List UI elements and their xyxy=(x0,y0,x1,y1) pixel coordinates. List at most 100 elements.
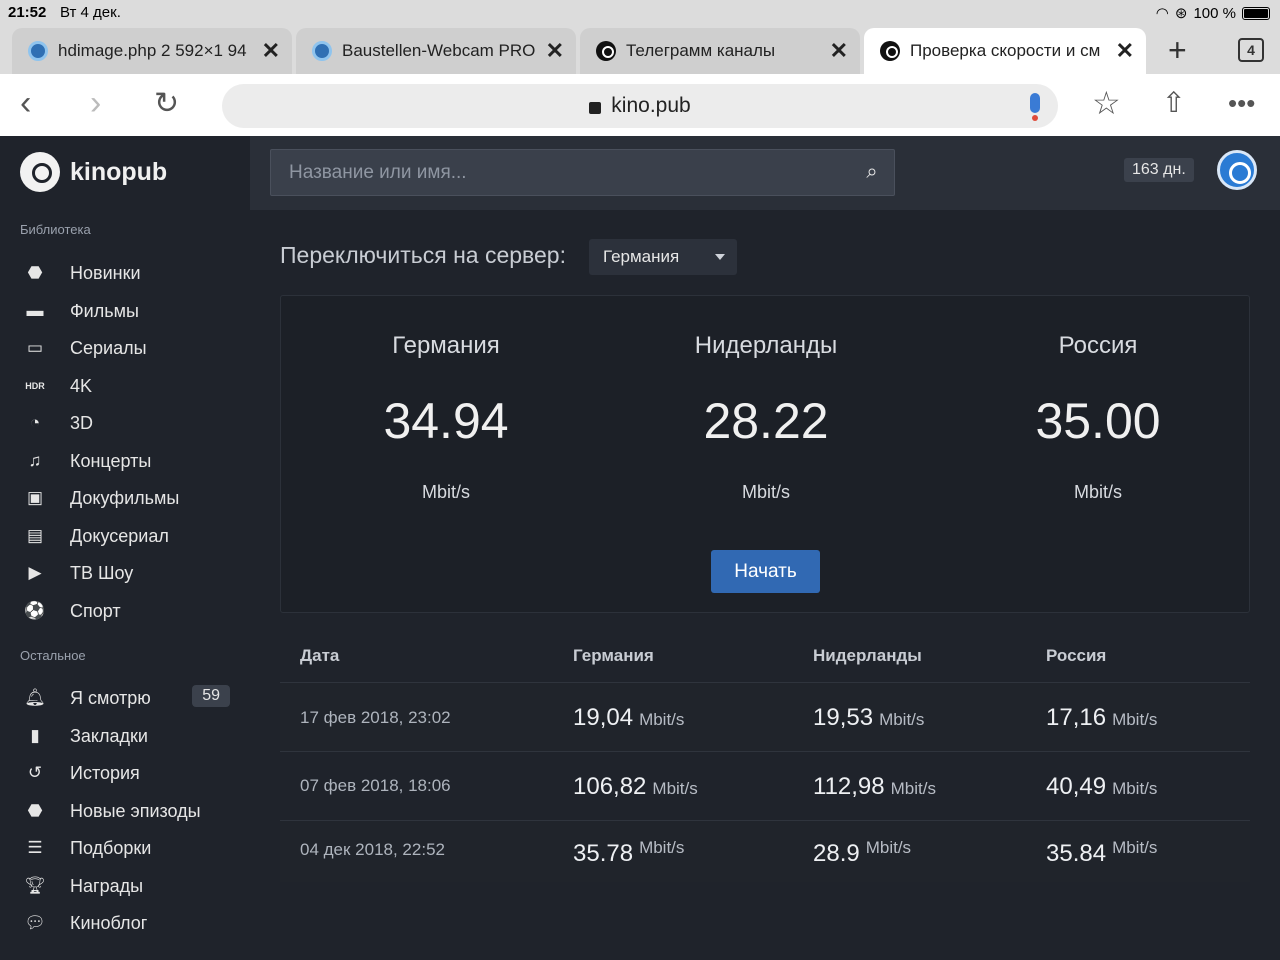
speed-value: 35.78 xyxy=(573,840,634,867)
close-icon[interactable]: ✕ xyxy=(546,38,564,64)
sidebar-item-movies[interactable]: ▬ Фильмы xyxy=(20,293,240,329)
tab-title: hdimage.php 2 592×1 94 xyxy=(58,41,247,60)
music-icon: ♫ xyxy=(28,451,42,470)
column-header-netherlands: Нидерланды xyxy=(813,646,922,665)
speed-value: 17,16 xyxy=(1046,704,1107,731)
avatar[interactable] xyxy=(1217,150,1257,190)
archive-icon: ▣ xyxy=(26,488,44,507)
forward-icon[interactable]: › xyxy=(90,84,101,123)
speed-value: 106,82 xyxy=(573,773,647,800)
table-cell-speed: 17,16 Mbit/s xyxy=(1046,704,1157,732)
speed-value: 40,49 xyxy=(1046,773,1107,800)
tab-title: Телеграмм каналы xyxy=(626,41,776,60)
sidebar-item-label: ТВ Шоу xyxy=(70,562,134,583)
battery-percent: 100 % xyxy=(1193,4,1236,22)
browser-tab-active[interactable]: Проверка скорости и см ✕ xyxy=(864,28,1146,74)
speed-unit: Mbit/s xyxy=(1112,838,1158,857)
server-select-value: Германия xyxy=(603,247,680,266)
browser-tab[interactable]: Телеграмм каналы ✕ xyxy=(580,28,860,74)
browser-tab[interactable]: hdimage.php 2 592×1 94 ✕ xyxy=(12,28,292,74)
sidebar-item-watching[interactable]: 🔔︎ Я смотрю 59 xyxy=(20,680,240,716)
sidebar-item-label: Фильмы xyxy=(70,300,139,321)
table-cell-speed: 106,82 Mbit/s xyxy=(573,773,698,801)
tab-title: Baustellen-Webcam PRO xyxy=(342,41,536,60)
sidebar-item-sport[interactable]: ⚽ Спорт xyxy=(20,593,240,629)
sidebar-item-bookmarks[interactable]: ▮ Закладки xyxy=(20,718,240,754)
sidebar-item-tvshow[interactable]: ▶ ТВ Шоу xyxy=(20,555,240,591)
alert-icon: ⬣ xyxy=(27,801,43,820)
browser-tab[interactable]: Baustellen-Webcam PRO ✕ xyxy=(296,28,576,74)
close-icon[interactable]: ✕ xyxy=(1116,38,1134,64)
column-header-russia: Россия xyxy=(1046,646,1107,665)
new-tab-icon[interactable]: + xyxy=(1168,32,1187,69)
sidebar-item-3d[interactable]: ◔ 3D xyxy=(20,405,240,441)
table-cell-date: 17 фев 2018, 23:02 xyxy=(300,708,451,727)
start-button[interactable]: Начать xyxy=(711,550,820,593)
microphone-icon[interactable] xyxy=(1030,93,1040,121)
sidebar-item-awards[interactable]: 🏆︎ Награды xyxy=(20,868,240,904)
column-header-germany: Германия xyxy=(573,646,654,665)
table-cell-speed: 40,49 Mbit/s xyxy=(1046,773,1157,801)
subscription-days-badge[interactable]: 163 дн. xyxy=(1124,158,1194,182)
table-cell-date: 04 дек 2018, 22:52 xyxy=(300,840,445,859)
speed-unit: Mbit/s xyxy=(1112,710,1158,729)
table-cell-speed: 35.84 Mbit/s xyxy=(1046,838,1158,868)
speed-result-unit: Mbit/s xyxy=(421,482,470,502)
tab-count[interactable]: 4 xyxy=(1238,38,1264,62)
speed-unit: Mbit/s xyxy=(890,779,936,798)
sidebar-item-concerts[interactable]: ♫ Концерты xyxy=(20,443,240,479)
bookmark-icon: ▮ xyxy=(30,726,40,745)
camera-icon xyxy=(28,41,48,61)
logo[interactable]: kinopub xyxy=(20,152,167,192)
sidebar-item-label: Киноблог xyxy=(70,912,148,933)
tab-bar: hdimage.php 2 592×1 94 ✕ Baustellen-Webc… xyxy=(0,26,1280,74)
logo-text: kinopub xyxy=(70,157,168,186)
kinopub-icon xyxy=(596,41,616,61)
section-heading-library: Библиотека xyxy=(20,222,91,237)
share-icon[interactable]: ⇧ xyxy=(1162,86,1185,119)
sidebar-item-docseries[interactable]: ▤ Докусериал xyxy=(20,518,240,554)
sidebar-item-new[interactable]: ⬣ Новинки xyxy=(20,255,240,291)
star-icon[interactable]: ☆ xyxy=(1092,84,1121,122)
back-icon[interactable]: ‹ xyxy=(20,84,31,123)
tv-show-icon: ▶ xyxy=(28,563,42,582)
speed-unit: Mbit/s xyxy=(652,779,698,798)
reload-icon[interactable]: ↻ xyxy=(154,86,179,121)
speed-result-value: 28.22 xyxy=(703,393,829,449)
tv-icon: ▭ xyxy=(26,338,44,357)
close-icon[interactable]: ✕ xyxy=(830,38,848,64)
sidebar-item-label: 4K xyxy=(70,375,93,396)
tab-title: Проверка скорости и см xyxy=(910,41,1101,60)
alert-icon: ⬣ xyxy=(27,263,43,282)
3d-icon: ◔ xyxy=(29,413,41,432)
speed-result-value: 35.00 xyxy=(1035,393,1161,449)
sidebar-item-new-episodes[interactable]: ⬣ Новые эпизоды xyxy=(20,793,240,829)
sidebar-item-4k[interactable]: HDR 4K xyxy=(20,368,240,404)
speed-result-country: Нидерланды xyxy=(694,332,838,359)
search-icon[interactable]: ⌕ xyxy=(850,161,894,184)
chevron-down-icon xyxy=(715,254,725,260)
battery-icon xyxy=(1242,6,1270,20)
sidebar-item-collections[interactable]: ☰ Подборки xyxy=(20,830,240,866)
server-switch-label: Переключиться на сервер: xyxy=(280,242,566,268)
search-input[interactable] xyxy=(287,160,850,185)
trophy-icon: 🏆︎ xyxy=(24,876,46,895)
sidebar-item-label: Награды xyxy=(70,875,144,896)
sidebar-item-label: Новые эпизоды xyxy=(70,800,201,821)
sidebar-item-label: История xyxy=(70,762,140,783)
speed-result-unit: Mbit/s xyxy=(741,482,790,502)
speed-unit: Mbit/s xyxy=(639,838,685,857)
sidebar-item-series[interactable]: ▭ Сериалы xyxy=(20,330,240,366)
sidebar-item-history[interactable]: ↺ История xyxy=(20,755,240,791)
speed-value: 19,53 xyxy=(813,704,874,731)
more-icon[interactable]: ••• xyxy=(1228,88,1255,119)
close-icon[interactable]: ✕ xyxy=(262,38,280,64)
table-cell-speed: 35.78 Mbit/s xyxy=(573,838,685,868)
clock: 21:52 xyxy=(8,4,47,21)
sidebar-item-blog[interactable]: 💬︎ Киноблог xyxy=(20,905,240,941)
server-select[interactable]: Германия xyxy=(589,239,737,275)
sidebar-item-docfilms[interactable]: ▣ Докуфильмы xyxy=(20,480,240,516)
url-field[interactable]: kino.pub xyxy=(222,84,1058,128)
watching-count-badge: 59 xyxy=(192,685,230,707)
soccer-ball-icon: ⚽ xyxy=(24,601,46,620)
